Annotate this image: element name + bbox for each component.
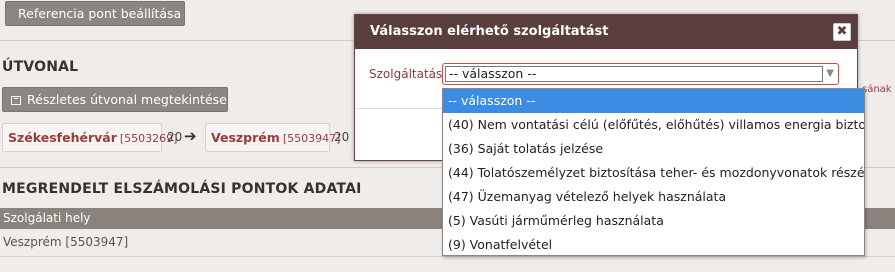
- station-km: 20: [167, 130, 183, 144]
- dropdown-option[interactable]: (40) Nem vontatási célú (előfűtés, előhű…: [443, 113, 864, 137]
- route-station-from[interactable]: Székesfehérvár [5503269]: [2, 123, 177, 152]
- route-heading: ÚTVONAL: [2, 59, 79, 75]
- route-details-button[interactable]: Részletes útvonal megtekintése: [2, 87, 228, 112]
- station-name: Veszprém: [211, 130, 280, 145]
- dialog-titlebar[interactable]: Válasszon elérhető szolgáltatást ✖: [355, 15, 857, 49]
- obscured-text: sának: [862, 84, 892, 95]
- dropdown-option[interactable]: -- válasszon --: [443, 89, 864, 113]
- service-field-label: Szolgáltatás:: [369, 67, 447, 81]
- station-km: 20: [334, 130, 350, 144]
- dropdown-option[interactable]: (47) Üzemanyag vételező helyek használat…: [443, 185, 864, 209]
- dialog-title: Válasszon elérhető szolgáltatást: [370, 24, 609, 39]
- route-station-to[interactable]: Veszprém [5503947]: [205, 123, 340, 152]
- service-select[interactable]: -- válasszon -- ▼: [442, 63, 839, 85]
- route-details-label: Részletes útvonal megtekintése: [27, 92, 227, 107]
- dropdown-option[interactable]: (44) Tolatószemélyzet biztosítása teher-…: [443, 161, 864, 185]
- popup-window-icon: [11, 96, 21, 105]
- ordered-points-heading: MEGRENDELT ELSZÁMOLÁSI PONTOK ADATAI: [2, 181, 362, 197]
- close-icon[interactable]: ✖: [833, 23, 851, 41]
- dropdown-option[interactable]: (5) Vasúti járműmérleg használata: [443, 209, 864, 233]
- reference-point-button[interactable]: Referencia pont beállítása: [5, 1, 185, 26]
- service-dropdown-list: -- válasszon -- (40) Nem vontatási célú …: [442, 88, 865, 256]
- station-name: Székesfehérvár: [8, 130, 117, 145]
- table-row: Veszprém [5503947]: [3, 235, 129, 249]
- route-arrow-icon: ➔: [184, 127, 197, 145]
- dropdown-option[interactable]: (9) Vonatfelvétel: [443, 233, 864, 257]
- chevron-down-icon[interactable]: ▼: [826, 64, 834, 84]
- station-code: [5503947]: [282, 132, 341, 145]
- focus-ring: [445, 66, 823, 82]
- dropdown-option[interactable]: (36) Saját tolatás jelzése: [443, 137, 864, 161]
